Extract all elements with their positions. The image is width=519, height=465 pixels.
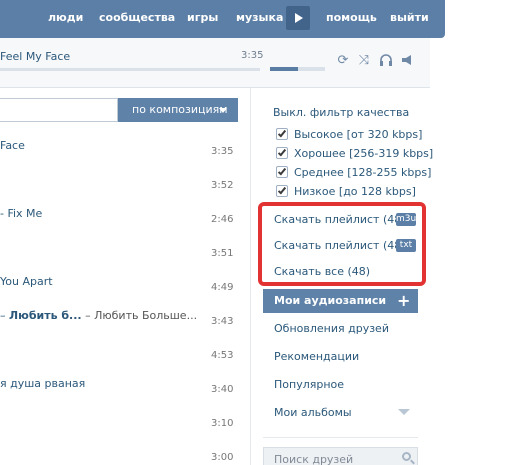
- audio-player: Feel My Face 3:35 ⟳ ⤨: [0, 38, 430, 88]
- menu-recommendations[interactable]: Рекомендации: [274, 350, 359, 363]
- track-row[interactable]: 3:52: [0, 180, 240, 200]
- nav-help[interactable]: помощь: [326, 11, 377, 24]
- search-icon[interactable]: [402, 452, 411, 461]
- track-row[interactable]: 3:00: [0, 452, 240, 465]
- track-row[interactable]: я душа рваная 3:40: [0, 377, 240, 397]
- quality-filter-toggle[interactable]: Выкл. фильтр качества: [273, 106, 409, 119]
- track-duration: 3:00: [211, 452, 234, 463]
- track-duration: 3:35: [211, 146, 234, 157]
- quality-option-medium[interactable]: Среднее [128-255 kbps]: [276, 166, 431, 180]
- nav-communities[interactable]: сообщества: [99, 11, 175, 24]
- chevron-down-icon[interactable]: [398, 409, 410, 415]
- download-playlist-txt-link[interactable]: Скачать плейлист (48): [274, 239, 406, 252]
- track-row[interactable]: 3:51: [0, 248, 240, 268]
- play-button[interactable]: [286, 6, 310, 30]
- quality-option-good[interactable]: Хорошее [256-319 kbps]: [276, 147, 433, 161]
- menu-friends-updates[interactable]: Обновления друзей: [274, 322, 389, 335]
- headphones-icon[interactable]: [378, 53, 394, 69]
- checkbox[interactable]: [276, 166, 288, 178]
- track-duration: 3:52: [211, 180, 234, 191]
- track-name: я душа рваная: [0, 377, 86, 390]
- menu-my-albums[interactable]: Мои альбомы: [274, 406, 352, 419]
- search-filter-label: по композициям: [132, 103, 228, 116]
- quality-option-low[interactable]: Низкое [до 128 kbps]: [276, 185, 426, 199]
- column-divider: [250, 88, 251, 465]
- checkbox[interactable]: [276, 147, 288, 159]
- play-icon: [295, 13, 303, 23]
- checkbox[interactable]: [276, 185, 288, 197]
- track-row[interactable]: 4:53: [0, 350, 240, 370]
- friends-search-placeholder: Поиск друзей: [274, 453, 354, 465]
- check-icon: [277, 166, 287, 176]
- track-name: - Fix Me: [0, 207, 43, 220]
- top-nav: люди сообщества игры музыка помощь выйти: [0, 0, 445, 38]
- friends-search-input[interactable]: Поиск друзей: [263, 447, 418, 465]
- check-icon: [277, 147, 287, 157]
- search-filter-dropdown[interactable]: по композициям: [118, 98, 238, 122]
- track-duration: 3:40: [211, 384, 234, 395]
- quality-option-high[interactable]: Высокое [от 320 kbps]: [276, 128, 426, 142]
- volume-slider[interactable]: [270, 67, 325, 71]
- repeat-icon[interactable]: ⟳: [335, 53, 351, 69]
- audio-search-input[interactable]: [0, 98, 118, 122]
- checkbox[interactable]: [276, 128, 288, 140]
- track-duration: 4:53: [211, 350, 234, 361]
- nav-music[interactable]: музыка: [236, 11, 283, 24]
- menu-popular[interactable]: Популярное: [274, 378, 344, 391]
- track-name: – Любить б... – Любить Больше...: [0, 309, 198, 322]
- download-playlist-m3u-link[interactable]: Скачать плейлист (48): [274, 213, 406, 226]
- nav-people[interactable]: люди: [48, 11, 83, 24]
- quality-label: Низкое [до 128 kbps]: [294, 185, 416, 198]
- chevron-down-icon: [219, 108, 227, 113]
- track-row[interactable]: Face 3:35: [0, 139, 240, 159]
- menu-my-audio-label: Мои аудиозаписи: [274, 294, 387, 307]
- track-duration: 3:10: [211, 418, 234, 429]
- shuffle-icon[interactable]: ⤨: [356, 53, 372, 69]
- player-track-title: Feel My Face: [0, 50, 71, 63]
- track-duration: 3:51: [211, 248, 234, 259]
- progress-bar[interactable]: [0, 68, 260, 71]
- download-all-link[interactable]: Скачать все (48): [274, 265, 370, 278]
- broadcast-icon[interactable]: [399, 53, 415, 69]
- track-name: You Apart: [0, 275, 53, 288]
- track-duration: 4:49: [211, 282, 234, 293]
- plus-icon[interactable]: +: [397, 289, 410, 313]
- nav-logout[interactable]: выйти: [390, 11, 429, 24]
- txt-badge[interactable]: txt: [396, 239, 416, 252]
- track-duration: 3:43: [211, 316, 234, 327]
- quality-label: Высокое [от 320 kbps]: [294, 128, 423, 141]
- nav-games[interactable]: игры: [187, 11, 218, 24]
- m3u-badge[interactable]: m3u: [396, 213, 416, 226]
- track-row[interactable]: – Любить б... – Любить Больше... 3:43: [0, 309, 240, 329]
- menu-my-audio[interactable]: Мои аудиозаписи +: [263, 289, 418, 313]
- track-duration: 2:46: [211, 214, 234, 225]
- menu-divider: [263, 437, 418, 438]
- track-name: Face: [0, 139, 25, 152]
- track-row[interactable]: You Apart 4:49: [0, 275, 240, 295]
- check-icon: [277, 128, 287, 138]
- track-row[interactable]: 3:10: [0, 418, 240, 438]
- quality-label: Хорошее [256-319 kbps]: [294, 147, 434, 160]
- quality-label: Среднее [128-255 kbps]: [294, 166, 432, 179]
- track-row[interactable]: - Fix Me 2:46: [0, 207, 240, 227]
- check-icon: [277, 185, 287, 195]
- player-time: 3:35: [241, 50, 264, 61]
- volume-fill: [270, 67, 298, 71]
